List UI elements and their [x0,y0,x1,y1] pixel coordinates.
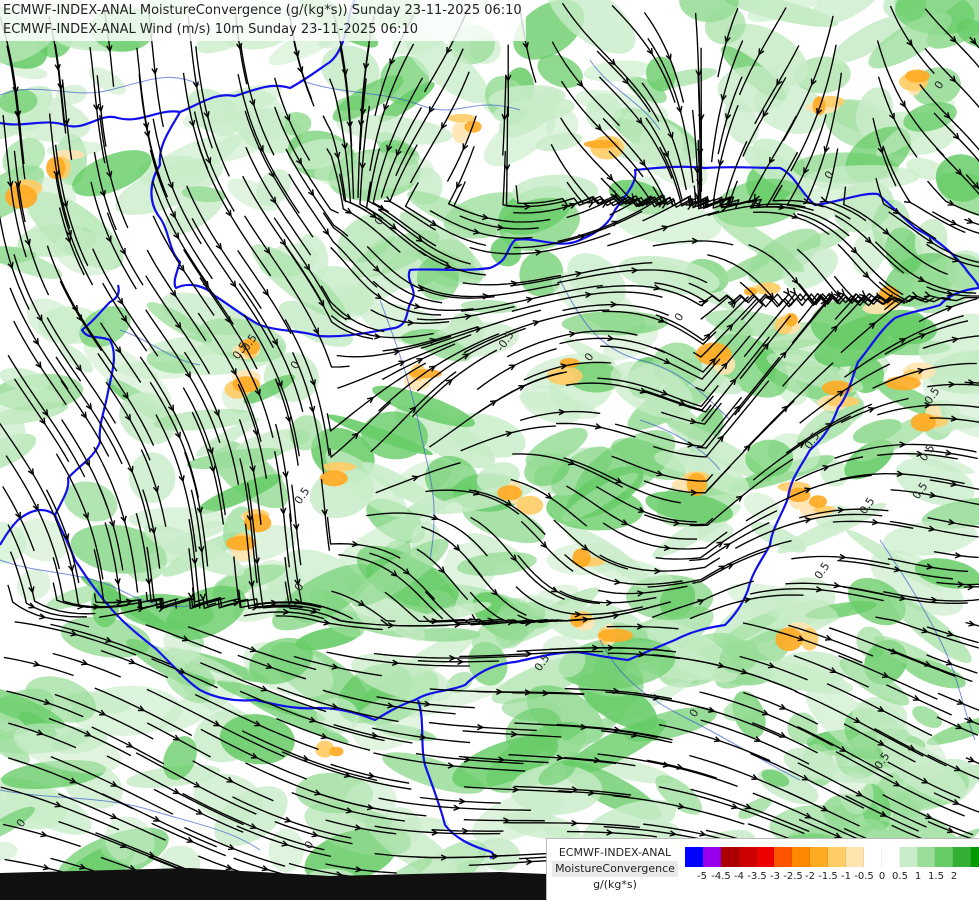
legend-tick: -3.5 [747,871,767,882]
divergence-patch [329,747,343,757]
weather-map: 0000000000-0.5-0.50.50.50.50.50.50.50.50… [0,0,979,900]
legend-tick: -5 [697,871,707,882]
legend-tick: 0 [879,871,885,882]
legend-swatch [900,847,918,867]
map-title-convergence: ECMWF-INDEX-ANAL MoistureConvergence (g/… [3,1,522,20]
legend-color-bar [685,847,979,867]
divergence-patch [905,70,930,83]
legend-parameter: MoistureConvergence [552,861,678,877]
divergence-patch [232,376,260,392]
legend-swatch [685,847,703,867]
divergence-patch [497,485,522,500]
legend-unit: g/(kg*s) [590,877,640,893]
legend-swatch [828,847,846,867]
legend-tick: -2.5 [783,871,803,882]
divergence-patch [322,462,356,472]
legend-label: ECMWF-INDEX-ANAL MoistureConvergence g/(… [547,845,683,893]
legend-tick: 1.5 [928,871,944,882]
legend-tick: -2 [805,871,815,882]
divergence-patch [584,140,619,148]
divergence-patch [572,548,590,567]
map-title-wind: ECMWF-INDEX-ANAL Wind (m/s) 10m Sunday 2… [3,20,522,39]
legend-swatch [721,847,739,867]
legend-swatch [935,847,953,867]
legend-swatch [792,847,810,867]
divergence-patch [885,376,921,390]
legend-swatch [774,847,792,867]
legend-tick-labels: -5 -4.5-4-3.5-3-2.5-2-1.5-1-0.5 0 0.5 1 1.5 2 [685,871,979,887]
legend-swatch [757,847,775,867]
legend-tick: -1.5 [818,871,838,882]
legend-tick: -0.5 [854,871,874,882]
legend-swatch [739,847,757,867]
legend-swatch [810,847,828,867]
color-legend: ECMWF-INDEX-ANAL MoistureConvergence g/(… [546,838,979,901]
map-title-block: ECMWF-INDEX-ANAL MoistureConvergence (g/… [0,0,526,41]
legend-tick: -3 [770,871,780,882]
legend-swatch [918,847,936,867]
legend-tick: 0.5 [892,871,908,882]
legend-swatch [882,847,900,867]
legend-tick: -4 [734,871,744,882]
legend-swatch [971,847,979,867]
legend-swatch [703,847,721,867]
divergence-patch [598,629,633,642]
legend-tick: -1 [841,871,851,882]
divergence-patch [775,628,802,652]
legend-tick: -4.5 [711,871,731,882]
divergence-patch [809,495,827,508]
legend-swatch [846,847,864,867]
legend-tick: 2 [951,871,957,882]
legend-product: ECMWF-INDEX-ANAL [556,845,674,861]
legend-tick: 1 [915,871,921,882]
legend-swatch [953,847,971,867]
legend-swatch [864,847,882,867]
divergence-patch [911,413,936,431]
